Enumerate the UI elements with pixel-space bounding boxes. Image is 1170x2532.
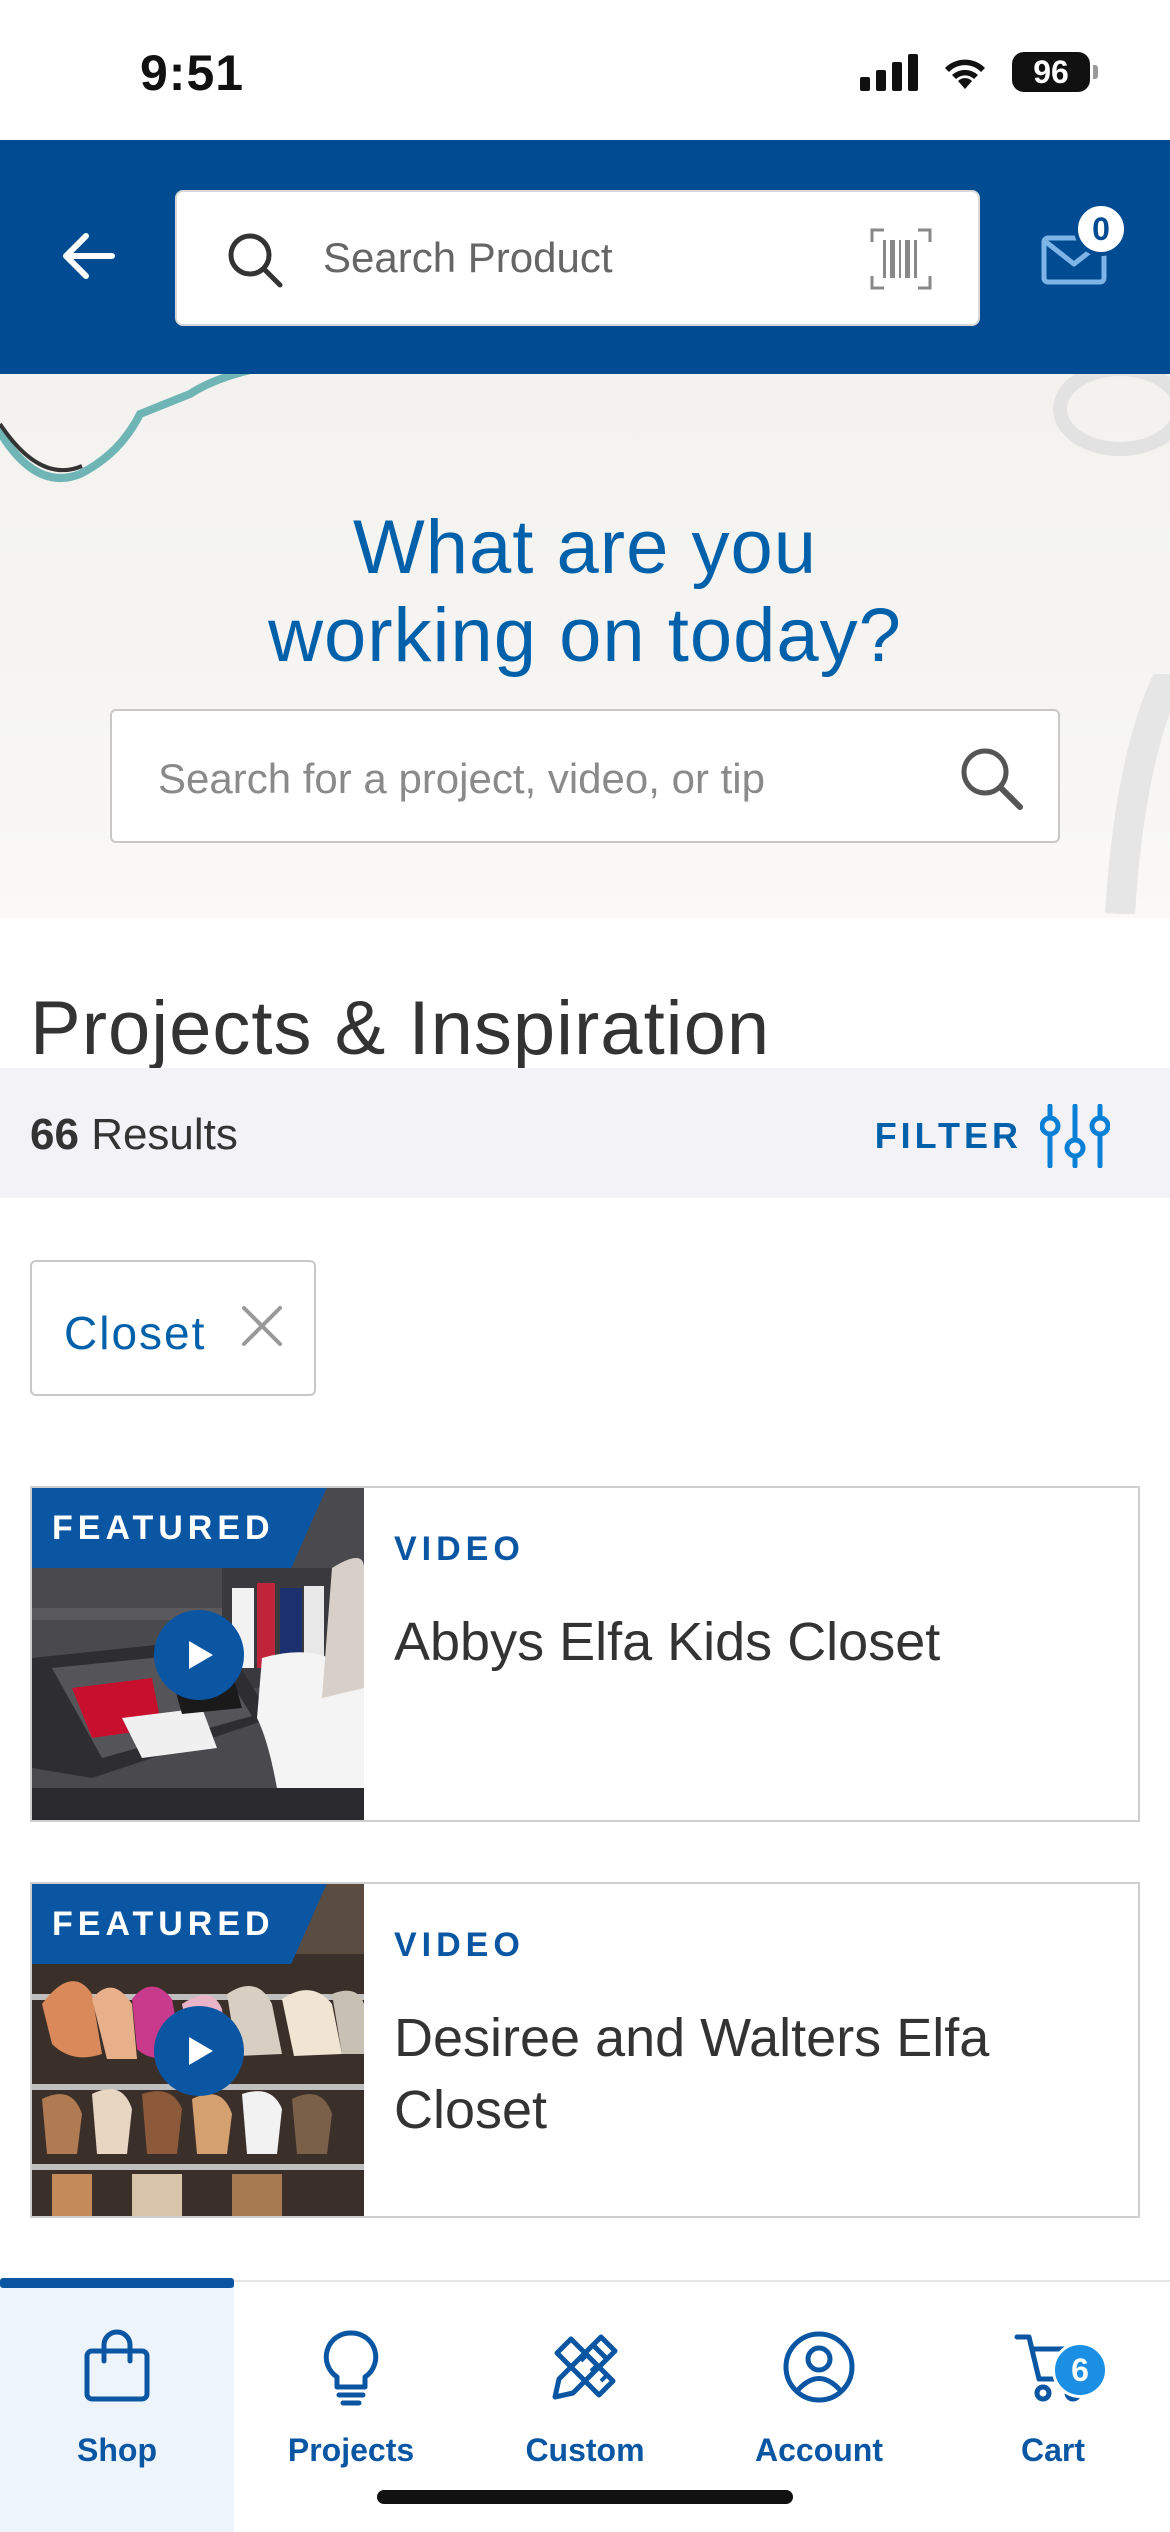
- glasses-icon: [0, 374, 251, 482]
- product-search-placeholder: Search Product: [323, 234, 613, 281]
- filter-chip-label: Closet: [64, 1307, 207, 1359]
- card-title[interactable]: Abbys Elfa Kids Closet: [394, 1606, 1094, 1678]
- cart-badge: 6: [1052, 2342, 1108, 2398]
- measuring-tape-icon: [1105, 674, 1170, 914]
- status-bar: 9:51 96: [0, 0, 1170, 140]
- lightbulb-icon: [323, 2330, 379, 2406]
- results-label: Results: [91, 1110, 238, 1159]
- project-card[interactable]: FEATURED VIDEO Abbys Elfa Kids Closet: [30, 1486, 1140, 1822]
- hero-banner: What are you working on today? Search fo…: [0, 374, 1170, 918]
- pencil-ruler-icon: [552, 2334, 618, 2400]
- product-search-field[interactable]: Search Product: [175, 190, 980, 326]
- nav-item-shop[interactable]: Shop: [0, 2278, 234, 2532]
- project-search-field[interactable]: Search for a project, video, or tip: [110, 709, 1060, 843]
- video-thumbnail[interactable]: FEATURED: [32, 1488, 364, 1820]
- play-button[interactable]: [154, 2006, 244, 2096]
- signal-icon: [860, 53, 918, 91]
- results-count: 66 Results: [30, 1110, 238, 1160]
- back-arrow-icon: [63, 233, 115, 279]
- filter-chip-closet[interactable]: Closet: [30, 1260, 316, 1396]
- nav-item-cart[interactable]: Cart: [936, 2282, 1170, 2532]
- play-icon: [189, 1641, 213, 1669]
- play-icon: [189, 2037, 213, 2065]
- results-bar: 66 Results FILTER: [0, 1068, 1170, 1198]
- mail-badge: 0: [1074, 202, 1128, 256]
- project-card[interactable]: FEATURED VIDEO Desiree and Walters Elfa …: [30, 1882, 1140, 2218]
- nav-label: Custom: [525, 2432, 645, 2468]
- card-title[interactable]: Desiree and Walters Elfa Closet: [394, 2002, 1094, 2146]
- results-number: 66: [30, 1110, 79, 1159]
- nav-label: Projects: [287, 2432, 415, 2468]
- search-icon[interactable]: [956, 743, 1026, 813]
- back-button[interactable]: [52, 220, 124, 292]
- status-time: 9:51: [140, 45, 245, 101]
- close-icon[interactable]: [238, 1302, 286, 1350]
- nav-label: Shop: [77, 2432, 157, 2468]
- card-type-label: VIDEO: [394, 1926, 525, 1964]
- nav-label: Cart: [1020, 2432, 1085, 2468]
- hero-title-line2: working on today?: [268, 593, 902, 678]
- tape-icon: [1053, 374, 1170, 456]
- search-icon: [228, 233, 283, 288]
- featured-tag: FEATURED: [32, 1884, 327, 1964]
- section-title: Projects & Inspiration: [30, 986, 771, 1071]
- battery-level: 96: [1033, 53, 1069, 90]
- featured-tag: FEATURED: [32, 1488, 327, 1568]
- shopping-bag-icon: [84, 2329, 150, 2402]
- home-indicator: [377, 2490, 793, 2504]
- hero-title-line1: What are you: [353, 505, 817, 590]
- play-button[interactable]: [154, 1610, 244, 1700]
- video-thumbnail[interactable]: FEATURED: [32, 1884, 364, 2216]
- battery-icon: 96: [1012, 52, 1098, 92]
- barcode-icon[interactable]: [870, 228, 932, 290]
- filter-sliders-icon: [1040, 1104, 1110, 1168]
- filter-label: FILTER: [874, 1115, 1022, 1156]
- hero-title: What are you working on today?: [0, 504, 1170, 680]
- status-icons: 96: [860, 52, 1098, 92]
- nav-label: Account: [755, 2432, 883, 2468]
- app-header: Search Product 0: [0, 140, 1170, 374]
- card-type-label: VIDEO: [394, 1530, 525, 1568]
- wifi-icon: [945, 59, 985, 89]
- user-circle-icon: [783, 2331, 855, 2403]
- filter-button[interactable]: FILTER: [875, 1104, 1110, 1168]
- project-search-placeholder: Search for a project, video, or tip: [158, 755, 765, 802]
